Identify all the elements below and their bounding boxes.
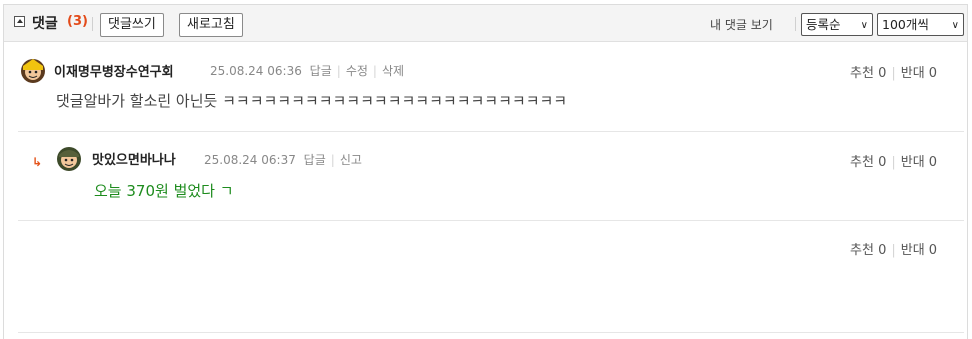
recommend-label: 추천 [850, 66, 874, 81]
refresh-button[interactable]: 새로고침 [179, 13, 243, 37]
row-divider [18, 220, 964, 221]
comment-title: 댓글 [32, 16, 58, 32]
user-avatar-icon[interactable] [55, 144, 83, 172]
comment-nickname[interactable]: 맛있으면바나나 [92, 149, 176, 168]
comment-meta: 25.08.24 06:37 답글 | 신고 [204, 153, 362, 167]
reply-link[interactable]: 답글 [310, 64, 332, 78]
vote-box: 추천 0 | 반대 0 [850, 155, 938, 170]
page-size-select[interactable]: 100개씩 ∨ [877, 13, 964, 36]
recommend-count: 0 [878, 155, 887, 170]
oppose-label: 반대 [900, 243, 925, 258]
sort-select[interactable]: 등록순 ∨ [801, 13, 873, 36]
oppose-count: 0 [928, 243, 938, 258]
comment-datetime: 25.08.24 06:37 [204, 153, 296, 167]
vote-box: 추천 0 | 반대 0 [850, 66, 938, 81]
chevron-down-icon: ∨ [951, 20, 959, 31]
comment-nickname[interactable]: 이재명무병장수연구회 [54, 61, 174, 80]
report-link[interactable]: 신고 [340, 153, 362, 167]
divider [92, 17, 93, 31]
comment-count: (3) [67, 14, 88, 29]
oppose-count: 0 [928, 66, 938, 81]
reply-link[interactable]: 답글 [304, 153, 326, 167]
delete-link[interactable]: 삭제 [382, 64, 404, 78]
collapse-toggle-icon[interactable] [14, 16, 25, 27]
chevron-down-icon: ∨ [860, 20, 868, 31]
comment-meta: 25.08.24 06:36 답글 | 수정 | 삭제 [210, 64, 405, 78]
oppose-label: 반대 [900, 66, 925, 81]
comment-datetime: 25.08.24 06:36 [210, 64, 302, 78]
recommend-label: 추천 [850, 155, 874, 170]
my-comments-link[interactable]: 내 댓글 보기 [710, 16, 773, 33]
oppose-label: 반대 [900, 155, 925, 170]
oppose-button[interactable]: 반대 0 [901, 66, 937, 81]
recommend-button[interactable]: 추천 0 [850, 243, 886, 258]
recommend-button[interactable]: 추천 0 [850, 66, 886, 81]
comment-panel: 댓글 (3) 댓글쓰기 새로고침 내 댓글 보기 등록순 ∨ 100개씩 ∨ 이… [3, 4, 968, 339]
reply-arrow-icon: ↳ [32, 155, 43, 169]
divider [795, 17, 796, 31]
comment-text: 오늘 370원 벌었다 ㄱ [94, 182, 234, 200]
write-comment-button[interactable]: 댓글쓰기 [100, 13, 164, 37]
edit-link[interactable]: 수정 [346, 64, 368, 78]
row-divider [18, 131, 964, 132]
user-avatar-icon[interactable] [19, 56, 47, 84]
oppose-button[interactable]: 반대 0 [901, 155, 937, 170]
vote-box: 추천 0 | 반대 0 [850, 243, 938, 258]
recommend-count: 0 [878, 66, 887, 81]
oppose-count: 0 [928, 155, 938, 170]
oppose-button[interactable]: 반대 0 [901, 243, 937, 258]
row-divider [18, 332, 964, 333]
sort-select-value: 등록순 [806, 17, 841, 32]
recommend-count: 0 [878, 243, 887, 258]
comment-text: 댓글알바가 할소린 아닌듯 ㅋㅋㅋㅋㅋㅋㅋㅋㅋㅋㅋㅋㅋㅋㅋㅋㅋㅋㅋㅋㅋㅋㅋㅋㅋ [56, 92, 568, 110]
recommend-label: 추천 [850, 243, 874, 258]
recommend-button[interactable]: 추천 0 [850, 155, 886, 170]
page-size-select-value: 100개씩 [882, 17, 929, 32]
comment-header: 댓글 (3) 댓글쓰기 새로고침 내 댓글 보기 등록순 ∨ 100개씩 ∨ [4, 5, 967, 42]
